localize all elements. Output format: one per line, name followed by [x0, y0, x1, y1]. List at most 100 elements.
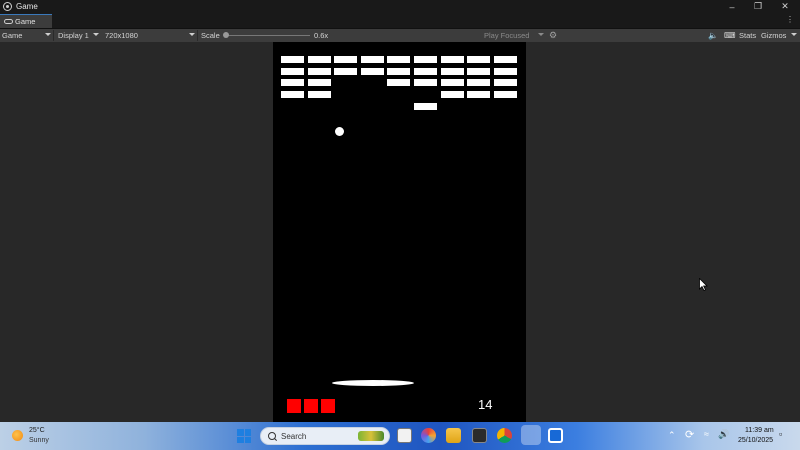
minimize-button[interactable]: –	[718, 0, 746, 13]
folder-icon[interactable]	[446, 428, 461, 443]
brick	[414, 79, 437, 86]
windows-taskbar: 25°C Sunny Search ⌃ ⟳ ≈ 🔊 11:39 am 25/10…	[0, 422, 800, 450]
copilot-icon[interactable]	[421, 428, 436, 443]
unity-app-icon	[3, 2, 12, 11]
file-explorer-icon[interactable]	[397, 428, 412, 443]
bug-icon[interactable]: ⚙	[549, 29, 557, 42]
stats-button[interactable]: Stats	[739, 29, 756, 42]
brick	[467, 56, 490, 63]
scale-slider-track[interactable]	[226, 35, 310, 36]
brick	[308, 79, 331, 86]
chevron-down-icon	[791, 33, 797, 36]
resolution-dropdown-label: 720x1080	[105, 31, 138, 40]
brick	[281, 79, 304, 86]
play-mode-dropdown[interactable]: Play Focused	[484, 29, 529, 42]
terminal-icon[interactable]	[472, 428, 487, 443]
brick	[414, 68, 437, 75]
weather-temperature: 25°C	[29, 427, 45, 434]
scale-value-text: 0.6x	[314, 31, 329, 40]
taskbar-search[interactable]: Search	[260, 427, 390, 445]
clock-date[interactable]: 25/10/2025	[738, 437, 773, 444]
unity-icon[interactable]	[521, 425, 541, 445]
brick	[414, 56, 437, 63]
view-dropdown-label: Game	[2, 31, 23, 40]
brick	[387, 68, 410, 75]
tab-game[interactable]: Game	[0, 14, 52, 28]
brick	[441, 56, 464, 63]
chrome-icon[interactable]	[497, 428, 512, 443]
clock-time[interactable]: 11:39 am	[745, 427, 774, 434]
brick	[308, 68, 331, 75]
brick	[281, 68, 304, 75]
search-icon	[268, 432, 276, 440]
brick	[308, 91, 331, 98]
start-icon[interactable]	[237, 429, 251, 443]
search-placeholder: Search	[281, 432, 307, 441]
brick	[334, 68, 357, 75]
gamepad-icon	[4, 19, 13, 24]
sun-weather-icon[interactable]	[12, 430, 23, 441]
chevron-down-icon	[538, 33, 544, 36]
display-dropdown-label: Display 1	[58, 31, 89, 40]
more-options-icon[interactable]: ⋮	[786, 15, 794, 24]
life-square	[287, 399, 301, 413]
brick	[494, 91, 517, 98]
display-dropdown[interactable]: Display 1	[58, 29, 89, 42]
weather-description: Sunny	[29, 437, 49, 444]
restore-button[interactable]: ❐	[744, 0, 772, 13]
volume-icon[interactable]: 🔊	[718, 429, 729, 440]
wifi-icon[interactable]: ≈	[704, 429, 709, 439]
life-square	[304, 399, 318, 413]
scale-label-text: Scale	[201, 31, 220, 40]
brick	[361, 68, 384, 75]
brick	[494, 68, 517, 75]
brick	[467, 68, 490, 75]
chevron-down-icon	[189, 33, 195, 36]
brick	[441, 79, 464, 86]
chevron-down-icon	[45, 33, 51, 36]
editor-tab-bar: Game ⋮	[0, 13, 800, 29]
scale-slider-thumb[interactable]	[223, 32, 229, 38]
brick	[281, 56, 304, 63]
brick	[441, 68, 464, 75]
life-square	[321, 399, 335, 413]
toolbar-divider	[197, 30, 198, 41]
brick	[334, 56, 357, 63]
gizmos-button[interactable]: Gizmos	[761, 29, 786, 42]
brick	[387, 79, 410, 86]
play-mode-label: Play Focused	[484, 31, 530, 40]
notifications-icon[interactable]: ▫	[779, 429, 782, 439]
chevron-up-icon[interactable]: ⌃	[668, 430, 676, 441]
audio-mute-icon[interactable]: 🔈	[708, 29, 718, 42]
tab-game-label: Game	[15, 17, 36, 26]
brick	[494, 79, 517, 86]
close-button[interactable]: ✕	[771, 0, 799, 13]
scale-value: 0.6x	[314, 29, 328, 42]
mouse-cursor-icon	[699, 278, 708, 291]
brick	[361, 56, 384, 63]
brick	[494, 56, 517, 63]
chevron-down-icon	[93, 33, 99, 36]
resolution-dropdown[interactable]: 720x1080	[105, 29, 138, 42]
window-title-bar: Game – ❐ ✕	[0, 0, 800, 13]
gizmos-label: Gizmos	[761, 31, 787, 40]
window-title: Game	[16, 2, 38, 11]
brick	[387, 56, 410, 63]
game-viewport[interactable]: 14	[273, 42, 526, 422]
brick	[441, 91, 464, 98]
brick	[281, 91, 304, 98]
paddle	[332, 380, 414, 386]
toolbar-divider	[53, 30, 54, 41]
scale-label: Scale	[201, 29, 220, 42]
stats-label: Stats	[739, 31, 757, 40]
sync-icon[interactable]: ⟳	[685, 428, 694, 441]
keyboard-icon[interactable]: ⌨	[724, 29, 736, 42]
brick	[414, 103, 437, 110]
store-icon[interactable]	[548, 428, 563, 443]
search-highlight-image	[358, 431, 384, 441]
ball	[335, 127, 344, 136]
brick	[467, 91, 490, 98]
score-counter: 14	[478, 397, 493, 412]
view-dropdown[interactable]: Game	[2, 29, 22, 42]
brick	[308, 56, 331, 63]
